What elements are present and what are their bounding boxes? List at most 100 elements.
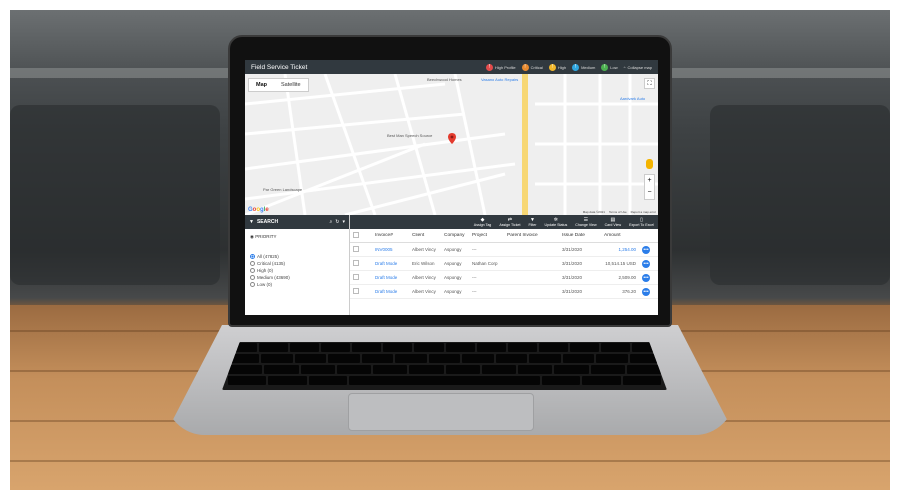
- touchpad: [348, 393, 534, 431]
- fullscreen-icon[interactable]: ⛶: [644, 78, 655, 89]
- select-all-checkbox[interactable]: [353, 231, 359, 238]
- option-label: All (47825): [257, 254, 279, 259]
- alert-icon: !: [485, 63, 493, 71]
- column-header[interactable]: Issue Date: [559, 233, 601, 238]
- legend-label: High Profile: [494, 64, 516, 70]
- row-checkbox[interactable]: [353, 274, 359, 280]
- radio-button[interactable]: [250, 282, 255, 287]
- street-view-icon[interactable]: [646, 159, 653, 169]
- more-icon[interactable]: •••: [642, 245, 650, 254]
- row-checkbox[interactable]: [353, 260, 359, 266]
- table-row[interactable]: Draft Mode Eric Wilson Aspongy Nathan Co…: [350, 257, 658, 271]
- table-row[interactable]: INV0005 Albert Vincy Aspongy --- 3/31/20…: [350, 243, 658, 257]
- chevron-down-icon[interactable]: ▾: [342, 219, 345, 225]
- collapse-label: Collapse map: [627, 64, 652, 70]
- column-header[interactable]: Amount: [601, 233, 639, 238]
- priority-option-low[interactable]: Low (0): [245, 281, 349, 288]
- radio-button[interactable]: [250, 275, 255, 280]
- option-label: Low (0): [257, 282, 273, 287]
- laptop-screen: Field Service Ticket ! High Profile ! Crit…: [245, 60, 658, 315]
- amount-cell: 10,514.15 USD: [605, 261, 636, 266]
- priority-option-high[interactable]: High (0): [245, 267, 349, 274]
- alert-icon: !: [548, 63, 556, 71]
- issue-date-cell: 3/31/2020: [562, 261, 583, 266]
- background-blur: [710, 105, 890, 285]
- more-icon[interactable]: •••: [642, 287, 650, 296]
- row-actions-cell: •••: [639, 273, 653, 282]
- option-label: Critical (4135): [257, 261, 286, 266]
- amount-cell: 1,254.00: [618, 247, 636, 252]
- tab-satellite[interactable]: Satellite: [274, 79, 308, 91]
- search-label: SEARCH: [256, 219, 279, 225]
- radio-button[interactable]: [250, 268, 255, 273]
- background-blur: [10, 105, 220, 285]
- issue-date-cell: 3/31/2020: [562, 289, 583, 294]
- laptop-keyboard: [222, 342, 667, 390]
- more-icon[interactable]: •••: [642, 259, 650, 268]
- priority-option-medium[interactable]: Medium (43690): [245, 274, 349, 281]
- search-icon[interactable]: ⌕: [329, 219, 332, 225]
- column-header[interactable]: Company: [441, 233, 469, 238]
- column-header[interactable]: Parent Invoice: [504, 233, 559, 238]
- invoice-link[interactable]: Draft Mode: [372, 289, 409, 294]
- collapse-map-button[interactable]: ^ Collapse map: [624, 65, 652, 70]
- radio-button[interactable]: [250, 261, 255, 266]
- terms-link[interactable]: Terms of Use: [609, 210, 627, 214]
- invoice-link[interactable]: INV0005: [372, 247, 409, 252]
- legend-critical: ! Critical: [521, 63, 543, 71]
- invoice-link[interactable]: Draft Mode: [372, 261, 409, 266]
- column-header[interactable]: Client: [409, 233, 441, 238]
- filter-button[interactable]: ▼ Filter: [528, 217, 536, 227]
- legend-medium: ! Medium: [572, 63, 596, 71]
- map-pin-icon[interactable]: [448, 133, 456, 144]
- export-excel-button[interactable]: ▯ Export To Excel: [629, 217, 654, 227]
- column-header[interactable]: Project: [469, 233, 504, 238]
- priority-option-critical[interactable]: Critical (4135): [245, 260, 349, 267]
- tab-map[interactable]: Map: [249, 79, 274, 91]
- legend-high: ! High: [548, 63, 566, 71]
- card-view-button[interactable]: ▤ Card View: [605, 217, 622, 227]
- legend-label: Medium: [581, 64, 596, 70]
- more-icon[interactable]: •••: [642, 273, 650, 282]
- refresh-icon[interactable]: ↻: [335, 219, 339, 225]
- legend-high-profile: ! High Profile: [485, 63, 516, 71]
- bottom-panel: ▼ SEARCH ⌕ ↻ ▾ ◉ PRIORITY All (47825) Cr…: [245, 215, 658, 315]
- priority-option-all[interactable]: All (47825): [245, 253, 349, 260]
- row-select-cell: [350, 274, 372, 281]
- assign-ticket-button[interactable]: ⇄ Assign Ticket: [499, 217, 520, 227]
- row-select-cell: [350, 246, 372, 253]
- legend-label: Low: [610, 64, 618, 70]
- row-actions-cell: •••: [639, 259, 653, 268]
- update-status-button[interactable]: ✲ Update Status: [544, 217, 567, 227]
- company-cell: Aspongy: [444, 289, 462, 294]
- wood-grain: [10, 460, 890, 462]
- client-cell: Albert Vincy: [412, 275, 436, 280]
- row-checkbox[interactable]: [353, 246, 359, 252]
- column-header[interactable]: Invoice#: [372, 233, 409, 238]
- zoom-in-icon[interactable]: +: [645, 175, 654, 187]
- priority-label: PRIORITY: [255, 234, 277, 239]
- map-attribution: Map data ©2021 Terms of Use Report a map…: [583, 210, 656, 214]
- toolbar-label: Filter: [528, 223, 537, 227]
- table-row[interactable]: Draft Mode Albert Vincy Aspongy --- 3/31…: [350, 271, 658, 285]
- map-data-text: Map data ©2021: [582, 210, 605, 214]
- row-select-cell: [350, 288, 372, 295]
- assign-tag-button[interactable]: ◆ Assign Tag: [474, 217, 492, 227]
- google-logo: Google: [248, 207, 269, 213]
- grid-toolbar: ◆ Assign Tag ⇄ Assign Ticket ▼ Filter ✲ Upda…: [350, 215, 658, 229]
- invoice-link[interactable]: Draft Mode: [372, 275, 409, 280]
- zoom-out-icon[interactable]: −: [645, 187, 654, 199]
- map-place-label: Beechwood Homes: [427, 77, 462, 82]
- table-row[interactable]: Draft Mode Albert Vincy Aspongy --- 3/31…: [350, 285, 658, 299]
- map-view[interactable]: Map Satellite Beechwood Homes Vasano Aut…: [245, 74, 658, 215]
- amount-cell: 2,509.00: [618, 275, 636, 280]
- radio-button[interactable]: [250, 254, 255, 259]
- map-place-label: Par Green Landscape: [263, 187, 303, 192]
- report-error-link[interactable]: Report a map error: [631, 210, 656, 214]
- client-cell: Albert Vincy: [412, 247, 436, 252]
- row-checkbox[interactable]: [353, 288, 359, 294]
- row-actions-cell: •••: [639, 287, 653, 296]
- issue-date-cell: 3/31/2020: [562, 247, 583, 252]
- change-view-button[interactable]: ☰ Change View: [575, 217, 596, 227]
- row-select-cell: [350, 260, 372, 267]
